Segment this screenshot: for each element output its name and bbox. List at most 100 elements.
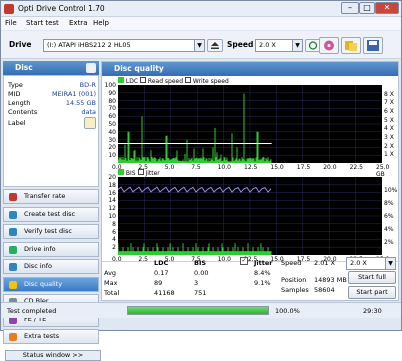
test-speed-select[interactable]: 2.0 X ▼ bbox=[346, 257, 396, 270]
menu-help[interactable]: Help bbox=[93, 19, 109, 27]
y-tick-right: 10% bbox=[384, 187, 398, 194]
copy-icon bbox=[345, 41, 357, 51]
drive-select-value: (I:) ATAPI iHBS212 2 HL05 bbox=[47, 41, 131, 49]
status-window-button[interactable]: Status window >> bbox=[5, 350, 101, 361]
minimize-button[interactable]: – bbox=[341, 2, 359, 14]
y-tick-right: 3 X bbox=[384, 134, 394, 141]
test-speed-value: 2.0 X bbox=[350, 259, 367, 267]
y-tick-right: 2% bbox=[384, 239, 394, 246]
disc-row-contents: Contents data bbox=[8, 108, 96, 116]
window-title: Opti Drive Control 1.70 bbox=[18, 4, 105, 13]
jitter-checkbox[interactable]: ✓ bbox=[240, 257, 248, 265]
disc-row-label: Label bbox=[8, 119, 26, 127]
eject-icon bbox=[211, 42, 219, 49]
y-tick-left: 16 bbox=[108, 189, 116, 197]
legend-jitter-label: Jitter bbox=[145, 170, 160, 177]
nav-verify-test-disc[interactable]: Verify test disc bbox=[3, 224, 99, 239]
disc-info-panel: Type BD-R MID MEIRA1 (001) Length 14.55 GB … bbox=[3, 75, 99, 187]
y-tick-right: 8 X bbox=[384, 90, 394, 98]
speed-value: 2.01 X bbox=[314, 259, 335, 267]
x-tick: 5.0 bbox=[164, 164, 175, 171]
stats-ldc-value: 41168 bbox=[154, 289, 175, 297]
legend-bis: BIS Jitter bbox=[118, 169, 160, 177]
stats-row-label: Max bbox=[104, 279, 118, 287]
erase-button[interactable] bbox=[319, 37, 339, 54]
stats-ldc-value: 89 bbox=[154, 279, 163, 287]
y-tick-right: 4 X bbox=[384, 125, 394, 133]
stats-header-bis: BIS bbox=[194, 259, 207, 267]
y-tick-left: 10 bbox=[108, 152, 116, 160]
disc-row-mid: MID MEIRA1 (001) bbox=[8, 90, 96, 98]
start-part-button[interactable]: Start part bbox=[348, 286, 396, 299]
drive-select[interactable]: (I:) ATAPI iHBS212 2 HL05 ▼ bbox=[43, 39, 205, 52]
stats-header-ldc: LDC bbox=[154, 259, 169, 267]
create-disc-icon bbox=[9, 210, 17, 219]
menu-start-test[interactable]: Start test bbox=[26, 19, 59, 27]
close-button[interactable]: ✕ bbox=[375, 2, 399, 14]
main-panel: Disc quality LDC Read speed Write speed … bbox=[101, 61, 400, 301]
disc-panel-header: Disc bbox=[3, 61, 99, 75]
disc-row-type: Type BD-R bbox=[8, 81, 96, 89]
save-button[interactable] bbox=[363, 37, 383, 54]
speed-label: Speed bbox=[281, 259, 302, 267]
samples-label: Samples bbox=[281, 286, 309, 294]
stats-bis-value: 751 bbox=[194, 289, 207, 297]
stats-row-label: Avg bbox=[104, 269, 117, 277]
nav-drive-info[interactable]: Drive info bbox=[3, 241, 99, 257]
nav-extra-tests[interactable]: Extra tests bbox=[3, 329, 99, 344]
nav-transfer-rate[interactable]: Transfer rate bbox=[3, 189, 99, 204]
disc-refresh-icon[interactable] bbox=[86, 63, 96, 73]
speed-label: Speed bbox=[227, 40, 254, 49]
y-tick-right: 1 X bbox=[384, 151, 394, 159]
legend-jitter-swatch bbox=[137, 169, 144, 175]
maximize-button[interactable]: □ bbox=[359, 2, 375, 14]
chevron-down-icon: ▼ bbox=[292, 40, 302, 51]
stats-header-jitter: Jitter bbox=[254, 259, 273, 267]
y-tick-right: 5 X bbox=[384, 116, 394, 124]
disc-panel-title: Disc bbox=[15, 63, 33, 72]
menu-extra[interactable]: Extra bbox=[69, 19, 87, 27]
chevron-down-icon: ▼ bbox=[194, 40, 204, 51]
nav-label: Verify test disc bbox=[24, 227, 72, 235]
bis-chart bbox=[118, 177, 382, 255]
nav-disc-info[interactable]: Disc info bbox=[3, 259, 99, 274]
legend-ws-label: Write speed bbox=[192, 78, 229, 85]
nav-label: Create test disc bbox=[24, 209, 76, 218]
nav-label: Transfer rate bbox=[24, 192, 66, 200]
refresh-icon bbox=[308, 41, 318, 50]
eject-button[interactable] bbox=[207, 39, 223, 52]
y-tick-right: 8% bbox=[384, 200, 394, 207]
legend-ldc-label: LDC bbox=[125, 78, 139, 85]
y-tick-left: 70 bbox=[108, 105, 116, 113]
save-icon bbox=[367, 40, 379, 51]
status-text: Test completed bbox=[7, 307, 57, 315]
nav-label: Disc info bbox=[24, 262, 53, 270]
y-tick-left: 20 bbox=[108, 144, 116, 152]
drive-info-icon bbox=[9, 245, 17, 254]
copy-button[interactable] bbox=[341, 37, 361, 54]
app-window: Opti Drive Control 1.70 – □ ✕ File Start… bbox=[0, 0, 402, 361]
label-edit-icon[interactable] bbox=[84, 117, 96, 129]
progress-fill bbox=[128, 307, 268, 314]
y-tick-left: 40 bbox=[108, 128, 116, 136]
legend-ws-swatch bbox=[184, 77, 191, 83]
y-tick-left: 2 bbox=[112, 244, 116, 252]
legend-ldc: LDC Read speed Write speed bbox=[118, 77, 229, 85]
progress-bar bbox=[127, 306, 269, 315]
speed-select[interactable]: 2.0 X ▼ bbox=[255, 39, 303, 52]
legend-bis-label: BIS bbox=[125, 170, 136, 177]
nav-create-test-disc[interactable]: Create test disc bbox=[3, 206, 99, 222]
y-tick-right: 6% bbox=[384, 213, 394, 220]
eraser-icon bbox=[324, 40, 334, 51]
legend-rs-swatch bbox=[140, 77, 146, 83]
sidebar: Disc Type BD-R MID MEIRA1 (001) Length 14.5… bbox=[3, 61, 101, 361]
y-tick-left: 50 bbox=[108, 121, 116, 128]
start-full-button[interactable]: Start full bbox=[348, 271, 396, 284]
x-tick: 20.0 bbox=[323, 164, 337, 171]
nav-label: Disc quality bbox=[24, 279, 63, 288]
y-tick-left: 60 bbox=[108, 113, 116, 121]
y-tick-left: 20 bbox=[108, 174, 116, 181]
menu-file[interactable]: File bbox=[5, 19, 17, 27]
y-tick-right: 4% bbox=[384, 226, 394, 233]
nav-disc-quality[interactable]: Disc quality bbox=[3, 276, 99, 292]
